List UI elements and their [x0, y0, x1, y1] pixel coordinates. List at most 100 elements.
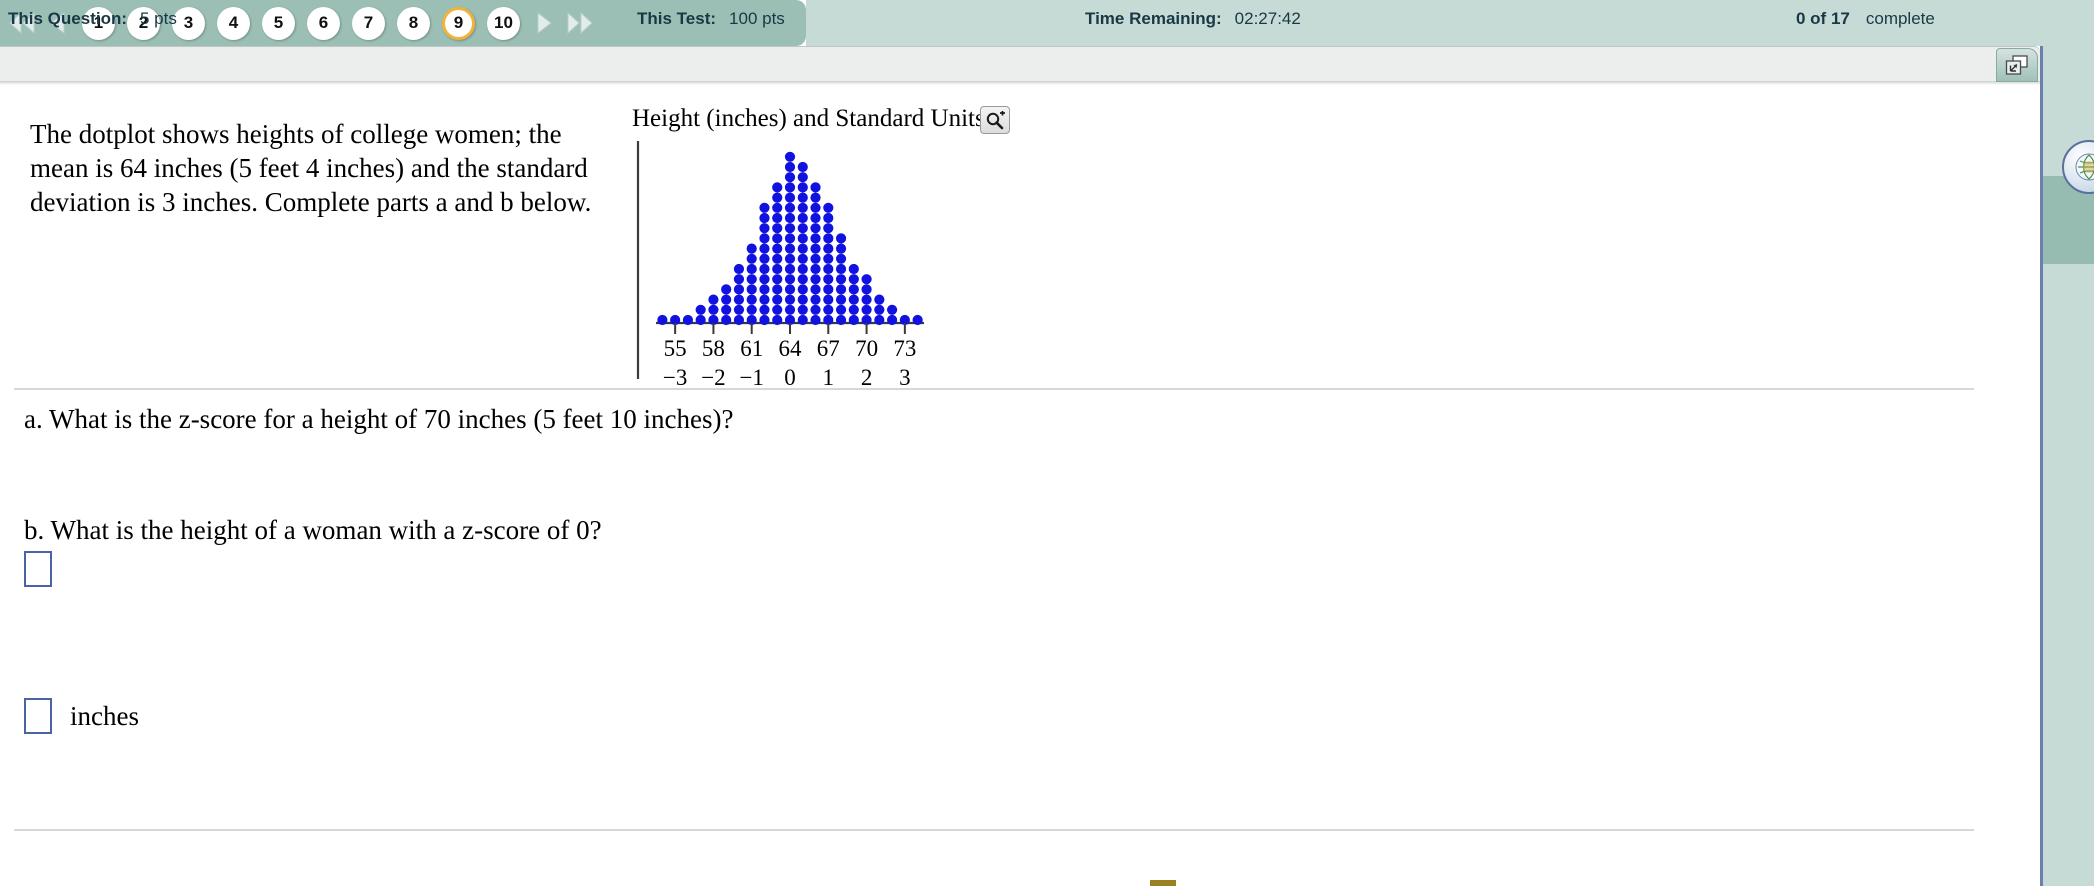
this-question-value: 5 pts	[140, 9, 177, 28]
dotplot-dot	[784, 223, 796, 234]
dotplot-dot	[810, 192, 821, 203]
page-button-7[interactable]: 7	[352, 6, 385, 40]
dotplot-dot	[784, 243, 796, 254]
dotplot-dot	[746, 284, 757, 295]
dotplot-dot	[721, 294, 732, 305]
dotplot-dot	[759, 304, 770, 315]
dotplot-dot	[733, 274, 745, 285]
question-prompt: The dotplot shows heights of college wom…	[30, 119, 592, 217]
this-test-value: 100 pts	[729, 9, 785, 28]
figure-title: Height (inches) and Standard Units	[632, 105, 985, 132]
dotplot-dot	[835, 274, 847, 285]
dotplot-dot	[810, 243, 821, 254]
dotplot-dot	[733, 263, 745, 275]
page-button-6[interactable]: 6	[307, 6, 340, 40]
question-content: The dotplot shows heights of college wom…	[0, 85, 2005, 886]
magnifier-plus-icon[interactable]	[980, 106, 1010, 134]
dotplot-dot	[784, 172, 796, 183]
dotplot-dot	[861, 304, 872, 315]
part-a-answer-input[interactable]	[24, 551, 52, 587]
completion-word: complete	[1865, 9, 1935, 28]
dotplot-dot	[784, 304, 796, 315]
dotplot-dot	[746, 294, 757, 305]
page-number-label: 4	[228, 13, 239, 32]
dotplot-dot	[810, 294, 821, 305]
dotplot-dot	[784, 182, 796, 193]
this-test-label: This Test:	[637, 9, 717, 28]
dotplot-dot	[797, 304, 808, 315]
dotplot-dot	[784, 294, 796, 305]
x-tick-label-standard-units: 0	[784, 365, 796, 390]
dotplot-dot	[772, 253, 783, 264]
dotplot-dot	[823, 202, 834, 213]
page-button-3[interactable]: 3	[172, 6, 205, 40]
dotplot-dot	[682, 314, 693, 326]
dotplot-dot	[797, 274, 808, 285]
dotplot-dot	[823, 263, 834, 275]
part-b-answer-input[interactable]	[24, 698, 52, 734]
x-tick-label-standard-units: −1	[739, 365, 763, 390]
dotplot-dot	[823, 243, 834, 254]
dotplot-dot	[797, 161, 808, 173]
dotplot-dot	[759, 243, 770, 254]
dotplot-dot	[784, 284, 796, 295]
time-remaining-label: Time Remaining:	[1085, 9, 1222, 28]
dotplot-dot	[810, 233, 821, 244]
dotplot-dot	[848, 294, 859, 305]
page-button-9-current[interactable]: 9	[442, 6, 475, 40]
dotplot-dot	[772, 294, 783, 305]
next-page-arrow-icon[interactable]	[529, 8, 559, 38]
dotplot-dot	[823, 294, 834, 305]
dotplot-dot	[823, 284, 834, 295]
dotplot-dot	[797, 212, 808, 224]
page-number-label: 3	[183, 13, 194, 32]
x-tick-label-inches: 67	[817, 336, 840, 361]
dotplot-dot	[810, 284, 821, 295]
dotplot-svg: 55 −3 58 −2 61 −1 64 0 67 1 70 2 73 3	[636, 141, 924, 390]
dotplot-dot	[759, 233, 770, 244]
x-tick-label-inches: 58	[702, 336, 725, 361]
x-tick-label-standard-units: −3	[663, 365, 687, 390]
this-question-label: This Question:	[8, 9, 127, 28]
dotplot-dot	[835, 304, 847, 315]
dotplot-dot	[759, 284, 770, 295]
dotplot-dot	[874, 304, 885, 315]
dotplot-dot	[810, 274, 821, 285]
dotplot-dot	[874, 314, 885, 326]
dotplot-dot	[912, 314, 923, 326]
dotplot-dot	[835, 263, 847, 275]
dotplot-dot	[733, 314, 745, 326]
x-tick-label-standard-units: 1	[823, 365, 835, 390]
x-tick-label-inches: 55	[664, 336, 687, 361]
dotplot-dot	[708, 304, 719, 315]
dotplot-dot	[772, 274, 783, 285]
completion-status: 0 of 17 complete	[1796, 9, 1935, 29]
dotplot-dot	[797, 284, 808, 295]
page-button-8[interactable]: 8	[397, 6, 430, 40]
x-tick-label-inches: 61	[740, 336, 763, 361]
dotplot-dot	[759, 202, 770, 213]
part-b-answer-row: inches	[24, 698, 139, 734]
dotplot-dot	[810, 182, 821, 193]
dotplot-dot	[772, 314, 783, 326]
page-button-5[interactable]: 5	[262, 6, 295, 40]
dotplot-dot	[695, 304, 706, 315]
dotplot-dot	[759, 212, 770, 224]
dotplot-dot	[797, 182, 808, 193]
dotplot-dot	[797, 223, 808, 234]
page-number-label: 10	[494, 13, 513, 32]
popout-window-icon[interactable]	[1996, 48, 2038, 82]
dotplot-dot	[887, 304, 898, 315]
dotplot-dot	[733, 304, 745, 315]
x-tick-label-standard-units: −2	[701, 365, 725, 390]
dotplot-dot	[746, 304, 757, 315]
dotplot-dot	[772, 182, 783, 193]
dotplot-dot	[797, 253, 808, 264]
dotplot-dot	[848, 314, 859, 326]
dotplot-dot	[657, 314, 668, 326]
dotplot-dot	[797, 243, 808, 254]
page-button-4[interactable]: 4	[217, 6, 250, 40]
last-page-arrow-icon[interactable]	[565, 8, 595, 38]
dotplot-dot	[784, 233, 796, 244]
page-button-10[interactable]: 10	[487, 6, 520, 40]
